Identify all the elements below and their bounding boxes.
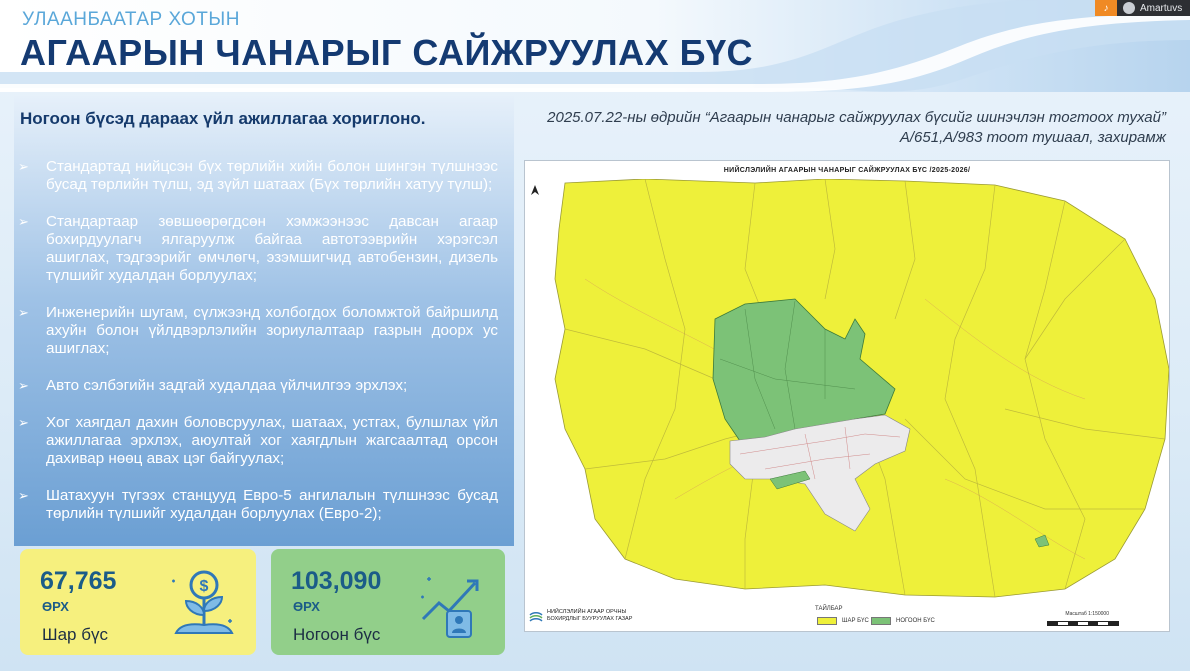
list-item: ➢ Хог хаягдал дахин боловсруулах, шатаах,… — [18, 414, 498, 467]
rules-list: ➢ Стандартад нийцсэн бүх төрлийн хийн бол… — [18, 158, 498, 542]
arrow-bullet-icon: ➢ — [18, 159, 29, 174]
legend-swatch — [817, 617, 837, 625]
list-item: ➢ Стандартад нийцсэн бүх төрлийн хийн бол… — [18, 158, 498, 193]
list-item: ➢ Инженерийн шугам, сүлжээнд холбогдох бо… — [18, 304, 498, 357]
svg-text:$: $ — [200, 578, 209, 595]
agency-logo-icon — [529, 612, 543, 622]
avatar — [1123, 2, 1135, 14]
yellow-zone-households: 67,765 — [40, 567, 117, 595]
decree-caption: 2025.07.22-ны өдрийн “Агаарын чанарыг са… — [547, 109, 1166, 146]
presenter-bar: ♪ Amartuvs — [1095, 0, 1190, 16]
scale-bar — [1047, 621, 1119, 626]
green-zone-households: 103,090 — [291, 567, 382, 595]
zone-map: НИЙСЛЭЛИЙН АГААРЫН ЧАНАРЫГ САЙЖРУУЛАХ БҮ… — [524, 160, 1170, 632]
yellow-zone-card: 67,765 ӨРХ Шар бүс $ — [20, 549, 256, 655]
page-title: АГААРЫН ЧАНАРЫГ САЙЖРУУЛАХ БҮС — [20, 32, 753, 73]
north-arrow-icon — [531, 185, 539, 195]
city-label: УЛААНБААТАР ХОТЫН — [22, 9, 240, 30]
household-unit: ӨРХ — [42, 599, 69, 614]
legend-item-yellow: ШАР БҮС — [817, 617, 869, 625]
arrow-bullet-icon: ➢ — [18, 305, 29, 320]
presenter-name: Amartuvs — [1140, 2, 1183, 14]
list-item: ➢ Шатахуун түгээх станцууд Евро-5 ангилал… — [18, 487, 498, 522]
map-scale: Масштаб 1:150000 — [1065, 611, 1109, 617]
audio-icon[interactable]: ♪ — [1095, 0, 1117, 16]
growth-chart-icon — [421, 577, 479, 638]
yellow-zone-label: Шар бүс — [42, 625, 108, 644]
legend-swatch — [871, 617, 891, 625]
arrow-bullet-icon: ➢ — [18, 488, 29, 503]
map-title: НИЙСЛЭЛИЙН АГААРЫН ЧАНАРЫГ САЙЖРУУЛАХ БҮ… — [723, 167, 971, 174]
arrow-bullet-icon: ➢ — [18, 214, 29, 229]
rules-intro: Ногоон бүсэд дараах үйл ажиллагаа хоригл… — [20, 109, 426, 128]
list-item: ➢ Авто сэлбэгийн задгай худалдаа үйлчилгэ… — [18, 377, 408, 394]
green-zone-card: 103,090 ӨРХ Ногоон бүс — [271, 549, 505, 655]
agency-name: НИЙСЛЭЛИЙН АГААР ОРЧНЫ БОХИРДЛЫГ БУУРУУЛ… — [547, 609, 633, 622]
list-item: ➢ Стандартаар зөвшөөрөгдсөн хэмжээнээс да… — [18, 213, 498, 284]
household-unit: ӨРХ — [293, 599, 320, 614]
green-zone-label: Ногоон бүс — [293, 625, 381, 644]
money-plant-icon: $ — [172, 570, 234, 634]
arrow-bullet-icon: ➢ — [18, 415, 29, 430]
map-image — [531, 179, 1169, 598]
legend-title: ТАЙЛБАР — [815, 606, 843, 612]
legend-item-green: НОГООН БҮС — [871, 617, 935, 625]
arrow-bullet-icon: ➢ — [18, 378, 29, 393]
